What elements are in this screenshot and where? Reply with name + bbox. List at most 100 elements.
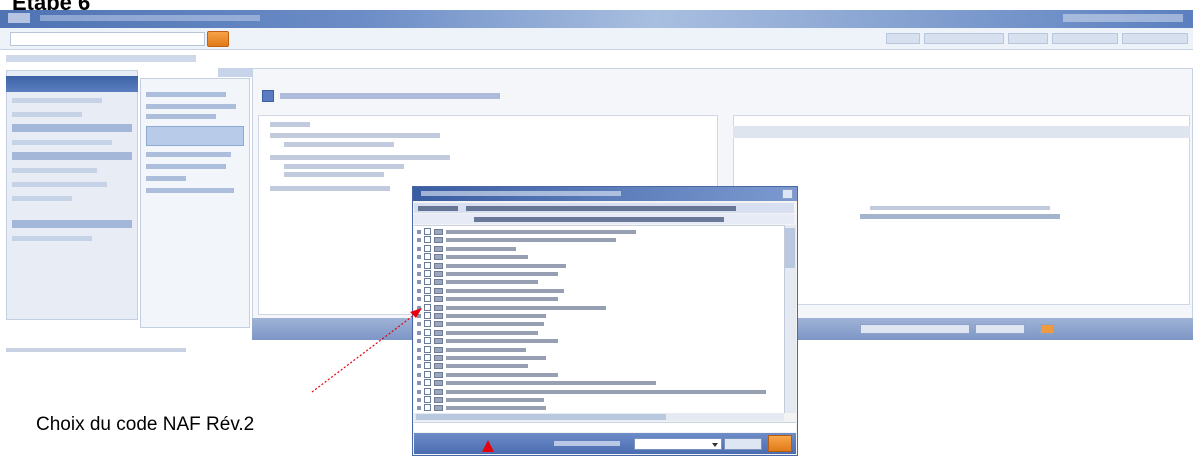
expand-icon[interactable] — [417, 280, 421, 285]
naf-code-item[interactable] — [414, 362, 782, 370]
tree-item[interactable] — [146, 176, 186, 181]
naf-code-item[interactable] — [414, 278, 782, 286]
checkbox[interactable] — [424, 270, 431, 277]
naf-code-item[interactable] — [414, 328, 782, 337]
naf-code-item[interactable] — [414, 270, 782, 278]
expand-icon[interactable] — [417, 364, 421, 369]
top-link-1[interactable] — [886, 33, 920, 44]
left-nav-item[interactable] — [12, 168, 97, 173]
tree-item[interactable] — [146, 152, 231, 157]
checkbox[interactable] — [424, 370, 431, 378]
naf-code-item[interactable] — [414, 354, 782, 362]
expand-icon[interactable] — [417, 389, 421, 394]
criteria-item[interactable] — [284, 142, 394, 147]
expand-icon[interactable] — [417, 263, 421, 268]
checkbox[interactable] — [424, 286, 431, 294]
checkbox[interactable] — [424, 396, 431, 403]
bottom-field[interactable] — [860, 324, 970, 334]
checkbox[interactable] — [424, 253, 431, 261]
left-nav-item[interactable] — [12, 112, 82, 117]
dialog-option-row[interactable] — [414, 214, 794, 224]
tree-item[interactable] — [146, 188, 234, 193]
checkbox[interactable] — [424, 236, 431, 244]
checkbox[interactable] — [424, 328, 431, 336]
naf-code-item[interactable] — [414, 295, 782, 303]
naf-code-item[interactable] — [414, 320, 782, 328]
naf-code-item[interactable] — [414, 379, 782, 387]
naf-code-item[interactable] — [414, 236, 782, 244]
naf-code-item[interactable] — [414, 345, 782, 354]
naf-code-item[interactable] — [414, 396, 782, 404]
criteria-item[interactable] — [270, 133, 440, 138]
expand-icon[interactable] — [417, 356, 421, 360]
naf-code-item[interactable] — [414, 312, 782, 320]
ok-button[interactable] — [768, 435, 792, 452]
expand-icon[interactable] — [417, 398, 421, 402]
criteria-item[interactable] — [284, 164, 404, 169]
expand-icon[interactable] — [417, 272, 421, 276]
dialog-option-row[interactable] — [414, 203, 794, 213]
top-link-2[interactable] — [924, 33, 1004, 44]
checkbox[interactable] — [424, 404, 431, 412]
naf-code-item[interactable] — [414, 404, 782, 412]
expand-icon[interactable] — [417, 347, 421, 352]
checkbox[interactable] — [424, 295, 431, 303]
expand-icon[interactable] — [417, 339, 421, 344]
expand-icon[interactable] — [417, 381, 421, 386]
checkbox[interactable] — [424, 387, 431, 395]
top-link-5[interactable] — [1122, 33, 1188, 44]
criteria-item[interactable] — [270, 155, 450, 160]
footer-select[interactable] — [634, 438, 722, 450]
expand-icon[interactable] — [417, 314, 421, 318]
close-icon[interactable] — [782, 189, 793, 199]
naf-code-item[interactable] — [414, 228, 782, 236]
naf-code-item[interactable] — [414, 303, 782, 312]
checkbox[interactable] — [424, 303, 431, 311]
left-nav-item[interactable] — [12, 98, 102, 103]
checkbox[interactable] — [424, 354, 431, 361]
bottom-field[interactable] — [975, 324, 1025, 334]
left-nav-item[interactable] — [12, 140, 112, 145]
expand-icon[interactable] — [417, 406, 421, 411]
naf-code-item[interactable] — [414, 337, 782, 345]
tree-item[interactable] — [146, 114, 216, 119]
checkbox[interactable] — [424, 337, 431, 345]
checkbox[interactable] — [424, 278, 431, 286]
top-link-4[interactable] — [1052, 33, 1118, 44]
naf-code-item[interactable] — [414, 261, 782, 270]
dialog-input[interactable] — [414, 422, 796, 432]
expand-icon[interactable] — [417, 372, 421, 377]
top-link-3[interactable] — [1008, 33, 1048, 44]
checkbox[interactable] — [424, 261, 431, 269]
scrollbar-thumb[interactable] — [785, 228, 795, 268]
naf-code-item[interactable] — [414, 387, 782, 396]
scrollbar-thumb[interactable] — [416, 414, 666, 420]
naf-code-item[interactable] — [414, 253, 782, 261]
expand-icon[interactable] — [417, 305, 421, 310]
left-nav-item[interactable] — [12, 182, 107, 187]
expand-icon[interactable] — [417, 297, 421, 302]
checkbox[interactable] — [424, 312, 431, 319]
criteria-item[interactable] — [284, 172, 384, 177]
tree-item[interactable] — [146, 164, 226, 169]
checkbox[interactable] — [424, 320, 431, 328]
checkbox[interactable] — [424, 379, 431, 387]
expand-icon[interactable] — [417, 255, 421, 260]
left-nav-section[interactable] — [12, 220, 132, 228]
footer-button[interactable] — [724, 438, 762, 450]
checkbox[interactable] — [424, 244, 431, 252]
checkbox[interactable] — [424, 228, 431, 235]
left-nav-section[interactable] — [12, 152, 132, 160]
search-button[interactable] — [207, 31, 229, 47]
expand-icon[interactable] — [417, 288, 421, 293]
bottom-button[interactable] — [1040, 324, 1054, 334]
naf-code-item[interactable] — [414, 370, 782, 379]
naf-code-item[interactable] — [414, 244, 782, 253]
expand-icon[interactable] — [417, 230, 421, 234]
left-nav-item[interactable] — [12, 236, 92, 241]
left-nav-item[interactable] — [12, 196, 72, 201]
expand-icon[interactable] — [417, 330, 421, 335]
tree-item[interactable] — [146, 104, 236, 109]
checkbox[interactable] — [424, 345, 431, 353]
naf-code-item[interactable] — [414, 286, 782, 295]
